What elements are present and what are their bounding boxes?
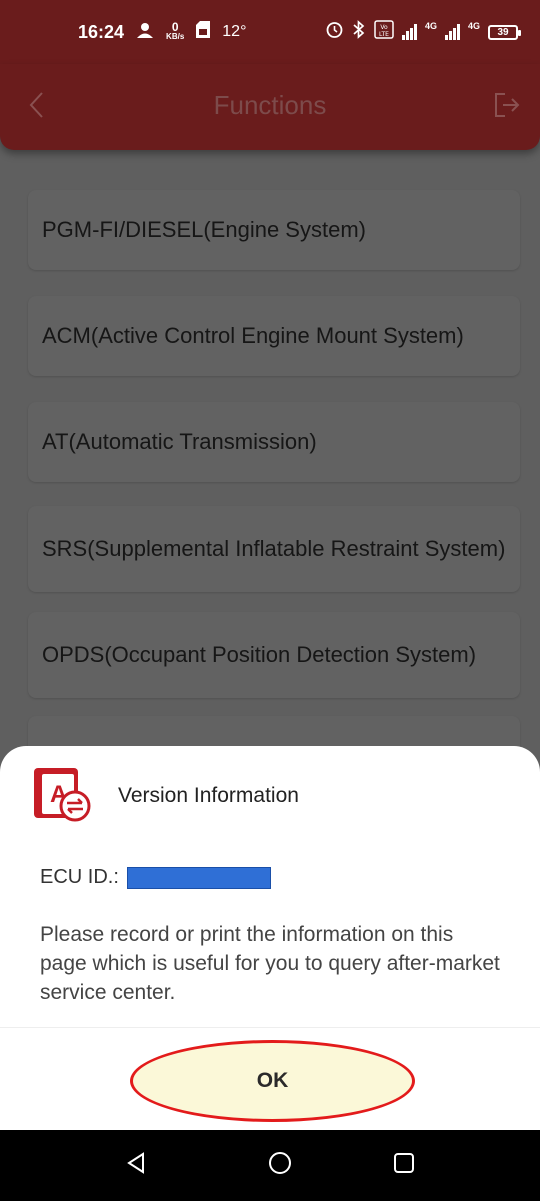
network-type-1: 4G [424,21,437,31]
list-item-label: OPDS(Occupant Position Detection System) [42,642,477,667]
app-header: Functions [0,64,540,150]
list-item-acm[interactable]: ACM(Active Control Engine Mount System) [28,296,520,376]
list-item-label: PGM-FI/DIESEL(Engine System) [42,217,366,242]
person-icon [136,22,154,43]
page-title: Functions [213,90,327,120]
list-item-label: ACM(Active Control Engine Mount System) [42,323,464,348]
ok-button-label: OK [256,1069,289,1092]
bluetooth-icon [352,20,366,44]
status-bar: 16:24 0 KB/s 12° Vo LTE 4G 4G 39 [0,0,540,64]
exit-icon [493,92,521,123]
app-icon: A [30,760,100,830]
list-item-label: SRS(Supplemental Inflatable Restraint Sy… [42,536,506,561]
divider [0,1027,540,1028]
square-recents-icon [393,1152,415,1179]
sim-card-icon [196,21,211,43]
signal-icon-1 [401,24,417,40]
network-speed: 0 KB/s [166,20,185,41]
circle-home-icon [268,1151,292,1180]
svg-text:Vo: Vo [380,24,388,31]
ecu-label: ECU ID.: [40,866,119,888]
nav-back-button[interactable] [119,1148,153,1182]
ecu-value-redacted [126,866,271,889]
ok-button[interactable]: OK [130,1040,415,1122]
version-info-dialog: A Version Information ECU ID.: Please re… [0,746,540,1130]
triangle-back-icon [125,1151,147,1179]
nav-home-button[interactable] [263,1148,297,1182]
dialog-message: Please record or print the information o… [40,923,500,1004]
svg-text:LTE: LTE [379,31,389,38]
temperature: 12° [222,23,247,40]
list-item-label: AT(Automatic Transmission) [42,429,317,454]
signal-icon-2 [444,24,460,40]
list-item-pgm-fi[interactable]: PGM-FI/DIESEL(Engine System) [28,190,520,270]
nav-recents-button[interactable] [387,1148,421,1182]
status-right: Vo LTE 4G 4G 39 [325,20,521,44]
network-type-2: 4G [467,21,480,31]
battery-level: 39 [497,26,509,38]
status-left: 16:24 0 KB/s 12° [78,21,246,43]
alarm-icon [325,20,344,44]
exit-button[interactable] [490,90,524,124]
status-time: 16:24 [78,21,125,42]
volte-icon: Vo LTE [374,20,394,44]
ecu-row: ECU ID.: [40,866,271,889]
dialog-title: Version Information [118,784,299,807]
list-item-opds[interactable]: OPDS(Occupant Position Detection System) [28,612,520,698]
list-item-at[interactable]: AT(Automatic Transmission) [28,402,520,482]
navigation-bar [0,1130,540,1201]
battery-icon: 39 [488,24,521,40]
list-item-srs[interactable]: SRS(Supplemental Inflatable Restraint Sy… [28,506,520,592]
